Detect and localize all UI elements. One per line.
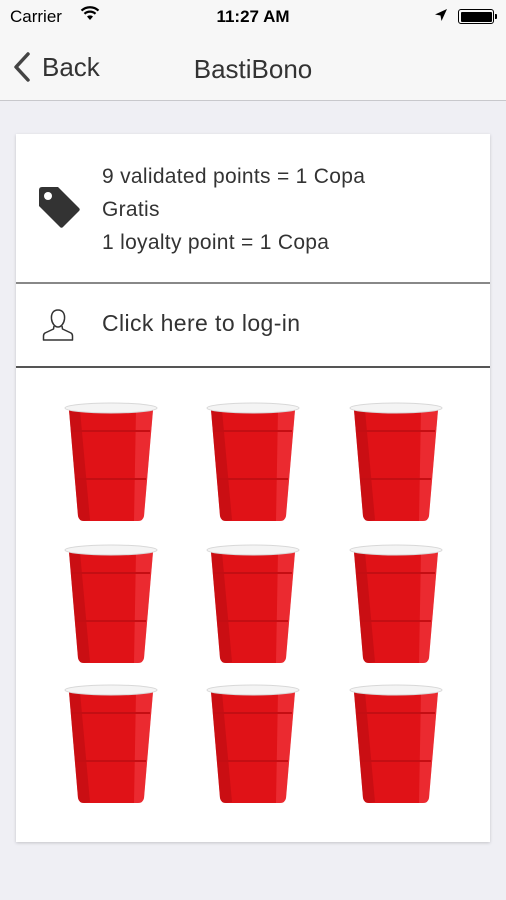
login-row[interactable]: Click here to log-in [16, 284, 490, 368]
rule-validated-points-reward: Gratis [102, 198, 160, 221]
user-icon [42, 309, 74, 341]
loyalty-info-row: 9 validated points = 1 Copa Gratis 1 loy… [16, 134, 490, 284]
loyalty-rules: 9 validated points = 1 Copa Gratis 1 loy… [102, 160, 472, 259]
loyalty-card: 9 validated points = 1 Copa Gratis 1 loy… [16, 134, 490, 842]
location-arrow-icon [435, 9, 447, 21]
red-cup-icon [206, 402, 300, 521]
navigation-bar: Back BastiBono [0, 34, 506, 101]
red-cup-icon [64, 684, 158, 803]
red-cup-icon [349, 402, 443, 521]
red-cup-icon [206, 544, 300, 663]
rule-validated-points: 9 validated points = 1 Copa [102, 165, 366, 188]
red-cup-icon [64, 544, 158, 663]
red-cup-icon [349, 544, 443, 663]
clock: 11:27 AM [216, 7, 290, 26]
tag-icon [39, 187, 80, 228]
rule-loyalty-point: 1 loyalty point = 1 Copa [102, 231, 330, 254]
login-label: Click here to log-in [102, 310, 301, 336]
red-cup-icon [349, 684, 443, 803]
battery-icon [458, 9, 497, 24]
red-cup-icon [64, 402, 158, 521]
status-bar: Carrier 11:27 AM [0, 0, 506, 34]
page-title: BastiBono [193, 54, 313, 84]
red-cup-icon [206, 684, 300, 803]
